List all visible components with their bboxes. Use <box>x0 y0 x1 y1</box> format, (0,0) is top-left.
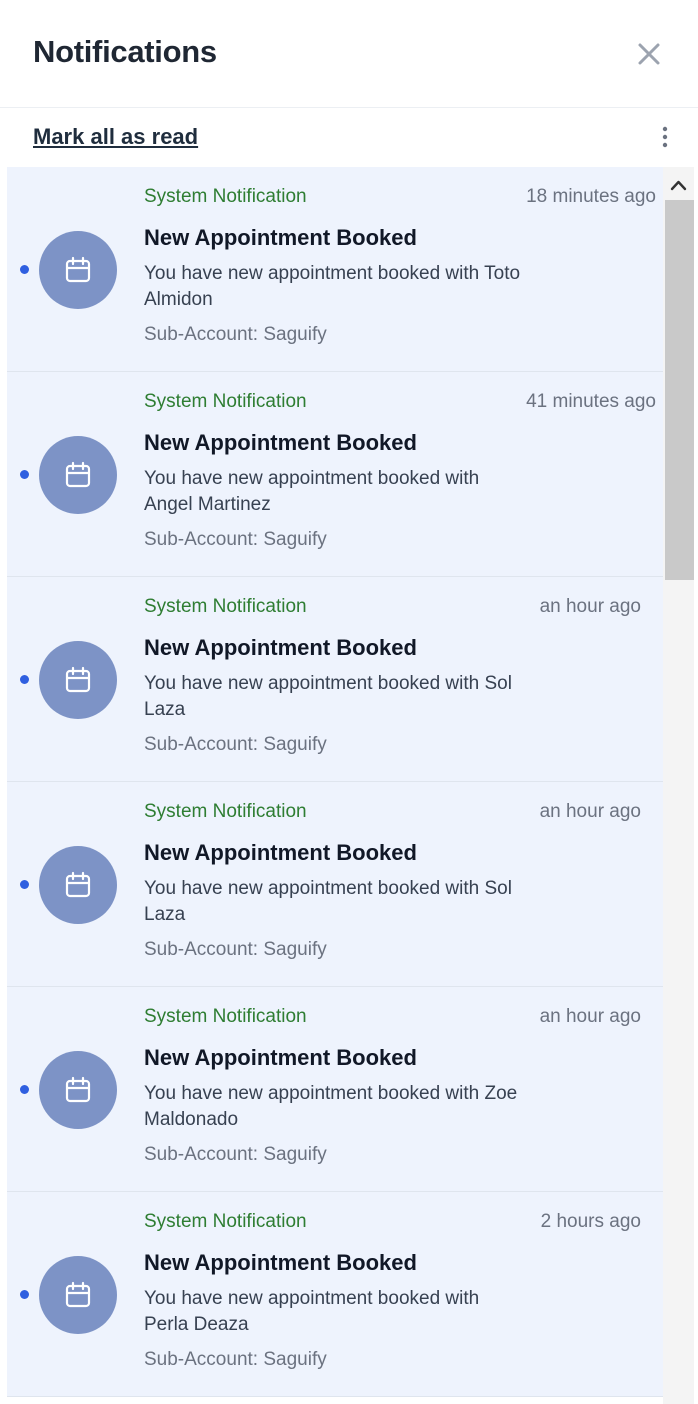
notification-title: New Appointment Booked <box>144 430 417 455</box>
avatar <box>39 641 117 719</box>
close-icon <box>638 43 660 65</box>
notification-title: New Appointment Booked <box>144 635 417 660</box>
notification-title: New Appointment Booked <box>144 840 417 865</box>
notification-sub-account: Sub-Account: Saguify <box>144 734 327 755</box>
chevron-up-icon <box>670 180 687 191</box>
notification-time: 18 minutes ago <box>526 186 656 207</box>
notification-item[interactable]: System Notification 2 hours ago New Appo… <box>7 1192 663 1397</box>
notification-source: System Notification <box>144 391 307 412</box>
notifications-toolbar: Mark all as read <box>0 108 698 166</box>
calendar-icon <box>65 461 91 488</box>
avatar <box>39 846 117 924</box>
notification-body: You have new appointment booked with Ang… <box>144 468 480 515</box>
notification-list: System Notification 18 minutes ago New A… <box>7 167 663 1404</box>
notification-sub-account: Sub-Account: Saguify <box>144 1144 327 1165</box>
notification-body: You have new appointment booked with Sol… <box>144 673 512 720</box>
notification-source: System Notification <box>144 1211 307 1232</box>
notification-source: System Notification <box>144 1006 307 1027</box>
notification-source: System Notification <box>144 186 307 207</box>
notification-time: an hour ago <box>539 801 641 822</box>
notification-body: You have new appointment booked with Per… <box>144 1288 480 1335</box>
notification-time: 41 minutes ago <box>526 391 656 412</box>
notification-item[interactable]: System Notification 18 minutes ago New A… <box>7 167 663 372</box>
notification-sub-account: Sub-Account: Saguify <box>144 324 327 345</box>
notification-title: New Appointment Booked <box>144 225 417 250</box>
notification-body: You have new appointment booked with Sol… <box>144 878 512 925</box>
scrollbar[interactable] <box>663 167 694 1404</box>
calendar-icon <box>65 1281 91 1308</box>
unread-indicator <box>20 1085 29 1094</box>
notification-time: an hour ago <box>539 1006 641 1027</box>
avatar <box>39 1051 117 1129</box>
avatar <box>39 231 117 309</box>
notifications-panel: Notifications Mark all as read System No… <box>0 0 698 1404</box>
unread-indicator <box>20 265 29 274</box>
notification-source: System Notification <box>144 596 307 617</box>
more-options-button[interactable] <box>652 122 678 152</box>
close-button[interactable] <box>630 36 668 74</box>
avatar <box>39 1256 117 1334</box>
avatar <box>39 436 117 514</box>
scroll-up-button[interactable] <box>663 173 694 199</box>
notification-item[interactable]: System Notification an hour ago New Appo… <box>7 782 663 987</box>
unread-indicator <box>20 470 29 479</box>
scrollbar-thumb[interactable] <box>665 200 694 580</box>
calendar-icon <box>65 666 91 693</box>
notification-item[interactable]: System Notification an hour ago New Appo… <box>7 577 663 782</box>
notification-source: System Notification <box>144 801 307 822</box>
more-vertical-icon <box>662 126 668 148</box>
unread-indicator <box>20 675 29 684</box>
unread-indicator <box>20 1290 29 1299</box>
notification-title: New Appointment Booked <box>144 1250 417 1275</box>
calendar-icon <box>65 256 91 283</box>
mark-all-read-link[interactable]: Mark all as read <box>33 124 198 150</box>
notification-time: 2 hours ago <box>540 1211 641 1232</box>
notification-sub-account: Sub-Account: Saguify <box>144 529 327 550</box>
notification-sub-account: Sub-Account: Saguify <box>144 939 327 960</box>
page-title: Notifications <box>33 34 217 69</box>
calendar-icon <box>65 1076 91 1103</box>
notification-title: New Appointment Booked <box>144 1045 417 1070</box>
notification-sub-account: Sub-Account: Saguify <box>144 1349 327 1370</box>
notification-body: You have new appointment booked with Zoe… <box>144 1083 518 1130</box>
notification-body: You have new appointment booked with Tot… <box>144 263 521 310</box>
panel-header: Notifications <box>0 0 698 108</box>
notification-time: an hour ago <box>539 596 641 617</box>
unread-indicator <box>20 880 29 889</box>
notification-item[interactable]: System Notification an hour ago New Appo… <box>7 987 663 1192</box>
calendar-icon <box>65 871 91 898</box>
notification-item[interactable]: System Notification 41 minutes ago New A… <box>7 372 663 577</box>
